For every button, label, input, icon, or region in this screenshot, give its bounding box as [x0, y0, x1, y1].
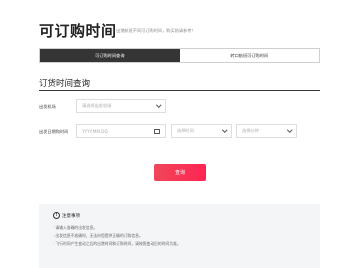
chevron-down-icon [155, 102, 161, 108]
query-button[interactable]: 查询 [154, 164, 206, 181]
hour-placeholder: 选择时间 [177, 128, 194, 133]
tab-bar: 可订购时间查询 转口航班可订购时间 [39, 48, 320, 63]
page-subtitle: 出港航班不同可订购时间，购买前请参考！ [116, 28, 196, 33]
departure-airport-placeholder: 请选择出发机场 [82, 103, 112, 108]
calendar-icon [154, 128, 160, 134]
date-placeholder: YYYY.MM.DD [82, 128, 108, 134]
departure-airport-select[interactable]: 请选择出发机场 [76, 99, 166, 113]
notice-header: ! 注意事项 [53, 212, 80, 219]
minute-placeholder: 选择分钟 [242, 128, 259, 133]
departure-hour-select[interactable]: 选择时间 [171, 124, 232, 138]
page-title: 可订购时间 [39, 22, 117, 40]
notice-panel: ! 注意事项 · 请输入准确的出发信息。 · 出发信息不准确时，无法向您提供正确… [39, 204, 320, 268]
notice-title: 注意事项 [62, 213, 80, 219]
info-icon: ! [53, 212, 60, 219]
section-divider [39, 90, 320, 91]
departure-date-input[interactable]: YYYY.MM.DD [76, 124, 166, 138]
departure-minute-select[interactable]: 选择分钟 [236, 124, 297, 138]
section-title: 订货时间查询 [39, 79, 91, 89]
notice-item: · 出发信息不准确时，无法向您提供正确的订购信息。 [53, 233, 143, 238]
tab-transfer-order-time[interactable]: 转口航班可订购时间 [179, 49, 319, 62]
notice-item: · 飞行时间产生变动之后的出港时间和订购时间，请按照变动后的时间为准。 [53, 241, 181, 246]
tab-order-time-query[interactable]: 可订购时间查询 [40, 49, 180, 62]
departure-datetime-label: 出发日期和时间 [39, 129, 69, 134]
notice-item: · 请输入准确的出发信息。 [53, 225, 98, 230]
departure-airport-label: 出发机场 [39, 104, 56, 109]
chevron-down-icon [286, 127, 292, 133]
chevron-down-icon [221, 127, 227, 133]
